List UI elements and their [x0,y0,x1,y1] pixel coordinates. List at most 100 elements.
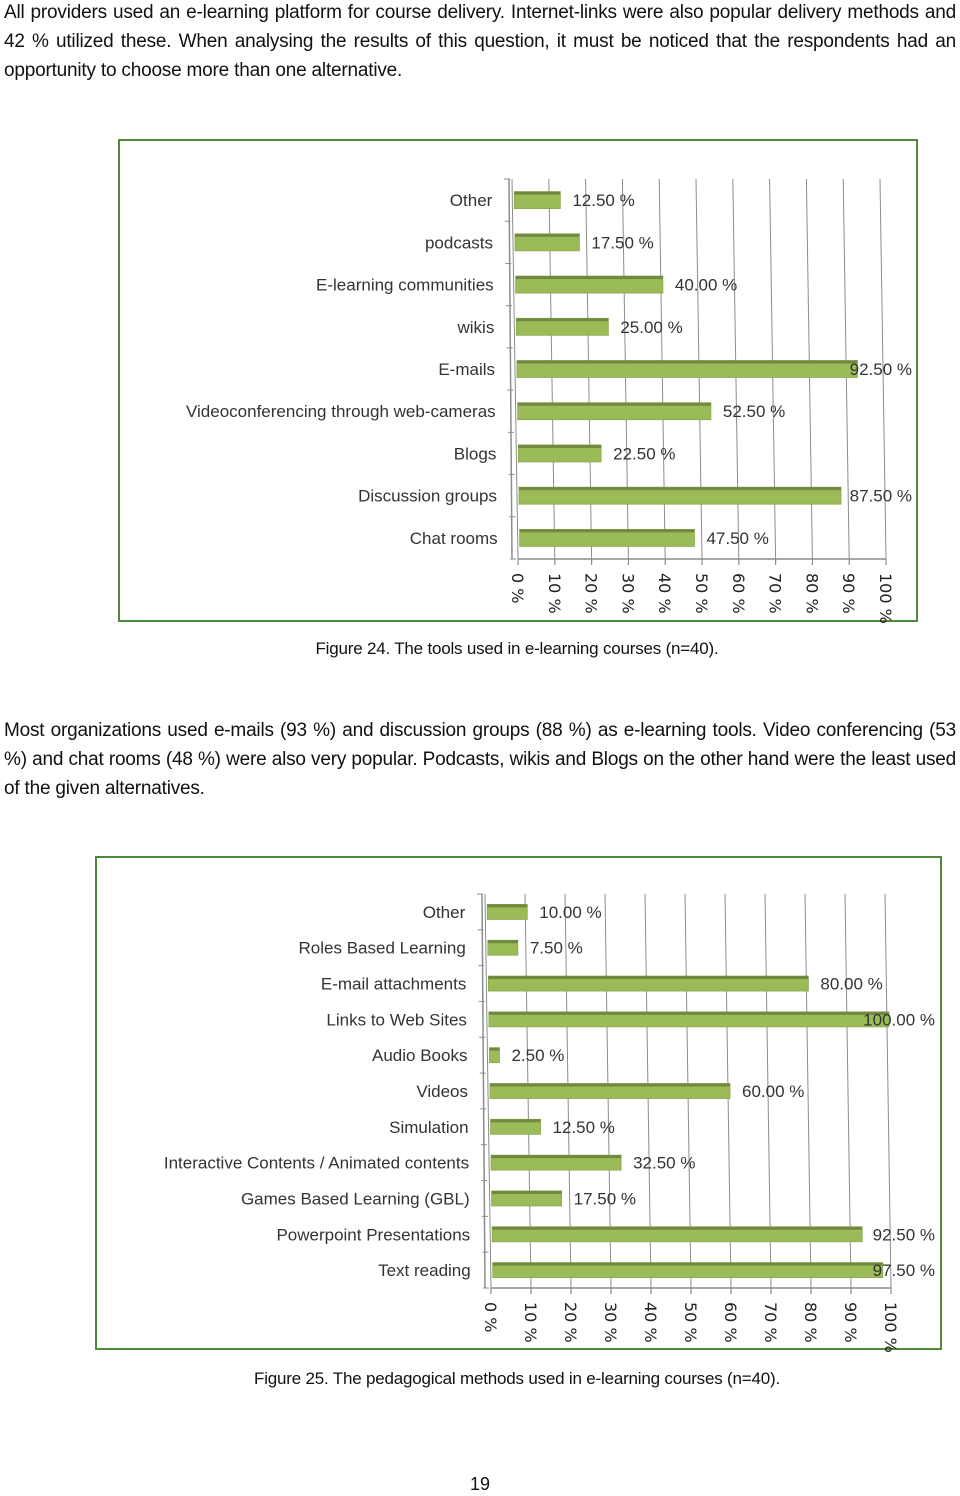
tools-bar-group [513,191,561,210]
tools-bar-group [517,402,712,421]
tools-bar-group [515,317,609,336]
tools-x-tick-label: 100 % [876,573,895,624]
methods-bar-top [488,1011,889,1015]
tools-bar-chart: 0 % 10 % 20 % 30 % 40 % 50 % 60 % 70 % 80 % 90 % 1… [186,178,912,624]
tools-x-tick-label: 0 % [508,573,527,603]
tools-bar-group [515,275,664,294]
methods-bar-group [491,1226,863,1243]
tools-value-label: 12.50 % [572,191,634,210]
tools-x-tick-label: 70 % [766,573,785,614]
tools-value-label: 47.50 % [706,529,768,548]
methods-bar-top [492,1226,863,1230]
tools-category-label: E-mails [438,360,495,379]
tools-x-tick-label: 60 % [729,573,748,614]
methods-category-label: Videos [416,1082,468,1101]
methods-bar-top [490,1083,730,1087]
tools-value-label: 40.00 % [675,276,737,295]
tools-value-label: 87.50 % [850,487,912,506]
tools-category-label: Chat rooms [410,529,498,548]
methods-bar-chart: 0 % 10 % 20 % 30 % 40 % 50 % 60 % 70 % 80 % 90 % 1… [164,893,935,1353]
tools-y-axis [508,178,513,560]
methods-category-label: Powerpoint Presentations [276,1225,470,1244]
methods-x-tick-label: 60 % [721,1302,740,1343]
tools-category-label: E-learning communities [316,276,494,295]
tools-category-label: podcasts [425,233,493,252]
methods-bar-group [487,939,519,956]
methods-category-label: Simulation [389,1118,468,1137]
methods-value-label: 97.50 % [873,1261,935,1280]
methods-value-label: 80.00 % [820,975,882,994]
methods-category-label: Roles Based Learning [299,939,466,958]
tools-category-label: Videoconferencing through web-cameras [186,402,496,421]
methods-bar-top [491,1190,562,1194]
methods-x-tick-label: 10 % [521,1302,540,1343]
tools-value-label: 17.50 % [591,233,653,252]
methods-x-tick-label: 90 % [841,1302,860,1343]
tools-value-label: 22.50 % [613,444,675,463]
tools-bar-top [519,487,841,491]
methods-bar-top [491,1155,622,1159]
methods-bar-top [489,1047,500,1051]
tools-bar-group [516,360,858,378]
methods-category-label: Other [423,903,466,922]
methods-bar-top [488,976,809,980]
tools-category-label: Other [450,191,493,210]
methods-value-label: 17.50 % [574,1189,636,1208]
methods-bar-top [487,940,518,944]
methods-value-label: 7.50 % [530,939,583,958]
methods-value-label: 92.50 % [873,1225,935,1244]
tools-bar-top [515,233,580,237]
tools-bar-top [519,529,695,533]
methods-bar-group [490,1154,622,1171]
methods-value-label: 100.00 % [863,1010,935,1029]
methods-category-label: Interactive Contents / Animated contents [164,1154,469,1173]
methods-value-label: 10.00 % [539,903,601,922]
tools-bar-top [515,276,663,280]
methods-x-tick-label: 100 % [881,1302,900,1353]
methods-bar-group [490,1118,541,1135]
tools-bar-top [518,444,602,448]
tools-category-label: Blogs [454,444,497,463]
tools-bar-top [517,402,711,406]
methods-value-label: 32.50 % [633,1154,695,1173]
tools-bar-group [514,233,580,252]
methods-x-tick-label: 50 % [681,1302,700,1343]
methods-bar-top [490,1119,541,1123]
tools-value-label: 52.50 % [723,402,785,421]
analysis-paragraph: Most organizations used e-mails (93 %) a… [4,720,956,799]
figure-24-caption: Figure 24. The tools used in e-learning … [315,639,719,658]
methods-bar-group [492,1262,884,1278]
methods-bar-group [489,1083,731,1099]
methods-chart-frame: 0 % 10 % 20 % 30 % 40 % 50 % 60 % 70 % 80 % 90 % 1… [95,856,942,1353]
tools-category-label: wikis [456,318,494,337]
tools-bar-top [517,360,858,364]
methods-value-label: 12.50 % [553,1118,615,1137]
tools-bar-top [516,318,609,322]
tools-x-tick-label: 90 % [839,573,858,614]
methods-bar-group [491,1190,563,1207]
methods-bar-group [486,904,528,920]
tools-value-label: 92.50 % [850,360,912,379]
methods-category-label: Games Based Learning (GBL) [241,1189,470,1208]
methods-bar-group [488,1011,890,1028]
methods-category-label: Links to Web Sites [326,1010,466,1029]
tools-value-label: 25.00 % [620,318,682,337]
methods-value-label: 2.50 % [511,1046,564,1065]
tools-bar-top [514,191,561,195]
tools-x-tick-label: 50 % [692,573,711,614]
methods-x-tick-label: 30 % [601,1302,620,1343]
methods-category-label: Text reading [378,1261,471,1280]
tools-bar-group [517,444,602,463]
methods-x-tick-label: 40 % [641,1302,660,1343]
methods-x-tick-label: 70 % [761,1302,780,1343]
methods-category-label: Audio Books [372,1046,467,1065]
methods-value-label: 60.00 % [742,1082,804,1101]
methods-y-axis [481,893,486,1289]
tools-category-label: Discussion groups [358,487,497,506]
page-number: 19 [469,1474,491,1494]
methods-bar-top [487,904,528,908]
tools-chart-frame: 0 % 10 % 20 % 30 % 40 % 50 % 60 % 70 % 80 % 90 % 1… [118,139,918,624]
tools-x-tick-label: 80 % [802,573,821,614]
tools-bar-group [518,486,842,505]
methods-bar-group [489,1047,500,1064]
